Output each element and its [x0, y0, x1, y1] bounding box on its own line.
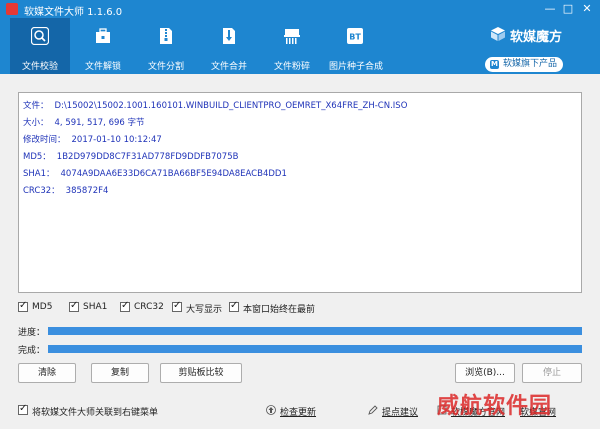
window-title: 软媒文件大师 1.1.6.0	[24, 7, 123, 18]
size-value: 4, 591, 517, 696 字节	[54, 118, 145, 128]
magnifier-icon	[31, 27, 49, 45]
md5-checkbox[interactable]	[18, 300, 28, 312]
brand: 软媒魔方	[490, 24, 600, 48]
crc32-value: 385872F4	[65, 186, 109, 196]
mtime-key: 修改时间：	[23, 135, 66, 145]
update-arrow-icon	[266, 405, 276, 415]
svg-text:BT: BT	[349, 33, 361, 42]
crc32-checkbox[interactable]	[120, 300, 130, 312]
md5-row: MD5： 1B2D979DD8C7F31AD778FD9DDFB7075B	[23, 150, 238, 162]
m-logo-icon: M	[490, 60, 499, 69]
progress-fill	[48, 327, 582, 335]
associate-label: 将软媒文件大师关联到右键菜单	[32, 408, 159, 418]
feedback-label: 提点建议	[382, 408, 419, 418]
copy-button[interactable]: 复制	[91, 363, 149, 383]
tab-file-split[interactable]: 文件分割	[136, 18, 196, 74]
sha1-key: SHA1：	[23, 169, 55, 179]
toolbar: 文件校验 文件解锁 文件分割 文件合并 文件粉碎 BT 图片种子合成 软媒魔方 …	[0, 18, 600, 74]
cube-logo-icon	[491, 27, 505, 41]
option-label: MD5	[32, 302, 53, 312]
check-update-label: 检查更新	[280, 408, 317, 418]
tab-label: 文件分割	[147, 62, 184, 72]
clipboard-compare-button[interactable]: 剪贴板比较	[160, 363, 242, 383]
file-value: D:\15002\15002.1001.160101.WINBUILD_CLIE…	[54, 101, 408, 111]
tab-file-shred[interactable]: 文件粉碎	[262, 18, 322, 74]
tab-file-verify[interactable]: 文件校验	[10, 18, 70, 74]
md5-key: MD5：	[23, 152, 51, 162]
md5-value: 1B2D979DD8C7F31AD778FD9DDFB7075B	[56, 152, 239, 162]
complete-bar	[48, 345, 582, 353]
flagship-label: 软媒旗下产品	[503, 59, 558, 69]
sha1-value: 4074A9DAA6E33D6CA71BA66BF5E94DA8EACB4DD1	[60, 169, 287, 179]
always-on-top-checkbox[interactable]	[229, 300, 239, 312]
complete-label: 完成：	[18, 346, 46, 356]
crc32-key: CRC32：	[23, 186, 60, 196]
tab-label: 文件粉碎	[273, 62, 310, 72]
zip-file-icon	[160, 28, 172, 44]
complete-fill	[48, 345, 582, 353]
minimize-button[interactable]: —	[540, 1, 560, 17]
size-row: 大小： 4, 591, 517, 696 字节	[23, 116, 145, 128]
option-label: 本窗口始终在最前	[243, 305, 316, 315]
tab-image-seed[interactable]: BT 图片种子合成	[325, 18, 387, 74]
tab-label: 图片种子合成	[328, 62, 383, 72]
watermark: 威航软件园	[437, 394, 553, 419]
option-label: 大写显示	[186, 305, 223, 315]
close-button[interactable]: ✕	[577, 1, 597, 17]
tab-label: 文件校验	[21, 62, 58, 72]
merge-file-icon	[223, 28, 235, 44]
clear-button[interactable]: 清除	[18, 363, 76, 383]
shredder-icon	[284, 29, 300, 44]
progress-label: 进度：	[18, 328, 46, 338]
title-bar: 软媒文件大师 1.1.6.0 — □ ✕	[0, 0, 600, 18]
file-key: 文件：	[23, 101, 49, 111]
result-panel[interactable]: 文件： D:\15002\15002.1001.160101.WINBUILD_C…	[18, 92, 582, 293]
tab-label: 文件合并	[210, 62, 247, 72]
maximize-button[interactable]: □	[558, 1, 578, 17]
briefcase-icon	[96, 28, 110, 43]
stop-button[interactable]: 停止	[522, 363, 582, 383]
size-key: 大小：	[23, 118, 49, 128]
app-icon	[6, 3, 18, 15]
file-row: 文件： D:\15002\15002.1001.160101.WINBUILD_C…	[23, 99, 407, 111]
crc32-row: CRC32： 385872F4	[23, 184, 108, 196]
option-label: SHA1	[83, 302, 108, 312]
pencil-icon	[368, 405, 378, 415]
browse-button[interactable]: 浏览(B)...	[455, 363, 515, 383]
option-label: CRC32	[134, 302, 164, 312]
brand-name: 软媒魔方	[510, 30, 563, 45]
sha1-row: SHA1： 4074A9DAA6E33D6CA71BA66BF5E94DA8EAC…	[23, 167, 287, 179]
uppercase-checkbox[interactable]	[172, 300, 182, 312]
tab-label: 文件解锁	[84, 62, 121, 72]
mtime-row: 修改时间： 2017-01-10 10:12:47	[23, 133, 162, 145]
progress-bar	[48, 327, 582, 335]
tab-file-unlock[interactable]: 文件解锁	[73, 18, 133, 74]
bt-icon: BT	[347, 28, 363, 44]
mtime-value: 2017-01-10 10:12:47	[71, 135, 162, 145]
flagship-products-button[interactable]: M 软媒旗下产品	[485, 57, 563, 72]
tab-file-merge[interactable]: 文件合并	[199, 18, 259, 74]
sha1-checkbox[interactable]	[69, 300, 79, 312]
associate-checkbox[interactable]	[18, 403, 28, 415]
